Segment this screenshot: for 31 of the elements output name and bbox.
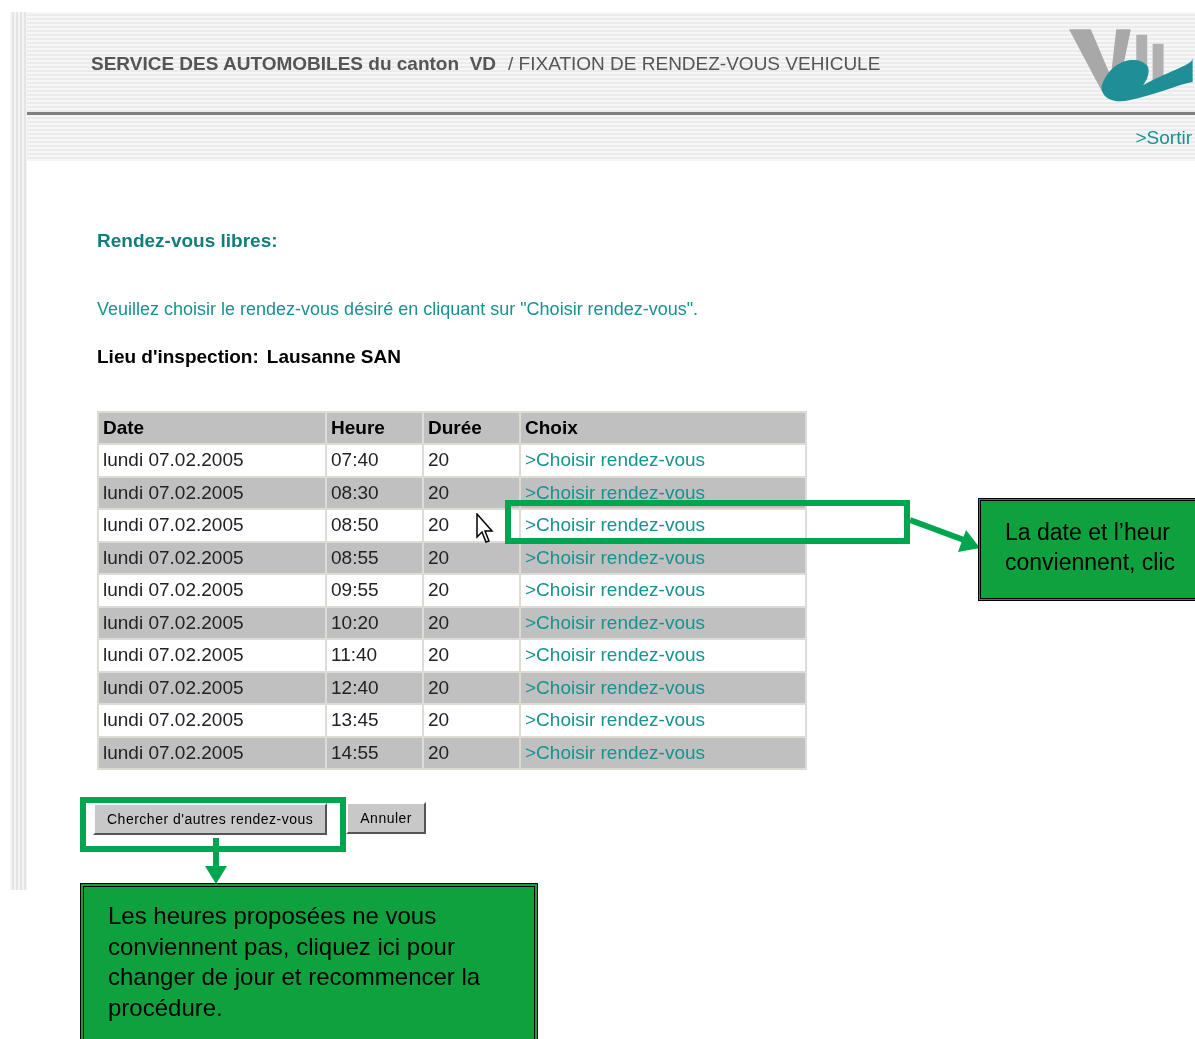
table-cell: 09:55	[326, 574, 423, 607]
section-heading: Rendez-vous libres:	[97, 229, 278, 253]
column-header: Date	[98, 412, 326, 444]
table-cell: 07:40	[326, 444, 423, 477]
table-cell: 14:55	[326, 736, 423, 769]
table-cell: lundi 07.02.2005	[98, 509, 326, 542]
table-cell: 20	[423, 574, 520, 607]
callout-text: Les heures proposées ne vous conviennent pas, cliquez ici pour changer de jour et recommencer la procédure.	[108, 901, 482, 1023]
table-cell: 20	[423, 639, 520, 672]
instruction-text: Veuillez choisir le rendez-vous désiré en cliquant sur "Choisir rendez-vous".	[97, 297, 699, 321]
table-cell: 20	[423, 444, 520, 477]
column-header: Choix	[520, 412, 806, 444]
table-cell: 13:45	[326, 704, 423, 737]
table-cell: 08:50	[326, 509, 423, 542]
table-cell: lundi 07.02.2005	[98, 444, 326, 477]
table-cell: lundi 07.02.2005	[98, 704, 326, 737]
table-cell: lundi 07.02.2005	[98, 574, 326, 607]
table-cell: 11:40	[326, 639, 423, 672]
exit-link[interactable]: >Sortir	[1135, 123, 1195, 153]
table-cell: lundi 07.02.2005	[98, 639, 326, 672]
table-cell: 20	[423, 704, 520, 737]
location-value: Lausanne SAN	[266, 344, 401, 369]
page-title: / FIXATION DE RENDEZ-VOUS VEHICULE	[508, 51, 881, 76]
service-name: SERVICE DES AUTOMOBILES du canton VD	[91, 51, 497, 76]
callout-text: conviennent, clic	[1005, 548, 1177, 577]
table-cell: 20	[423, 736, 520, 769]
location-label: Lieu d'inspection:	[97, 344, 259, 369]
callout-text: La date et l’heur	[1005, 518, 1171, 547]
form-button[interactable]: Chercher d'autres rendez-vous	[93, 803, 328, 835]
table-cell: lundi 07.02.2005	[98, 736, 326, 769]
form-button[interactable]: Annuler	[346, 802, 427, 834]
